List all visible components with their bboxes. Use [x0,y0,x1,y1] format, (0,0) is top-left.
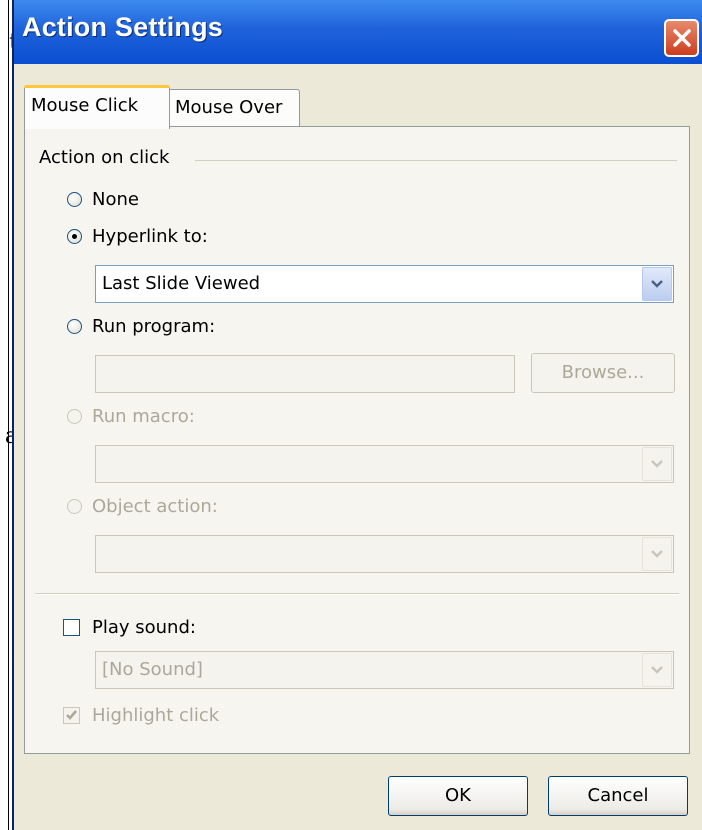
radio-hyperlink-label: Hyperlink to: [92,226,208,247]
radio-button-checked[interactable] [67,229,82,244]
chevron-down-icon [651,460,663,468]
action-settings-dialog: Action Settings Mouse Click Mouse Over A… [12,0,702,830]
radio-none[interactable]: None [67,189,139,210]
radio-object-action[interactable]: Object action: [67,496,218,517]
cancel-button[interactable]: Cancel [548,776,688,816]
group-label-action-on-click: Action on click [39,147,176,168]
tab-panel: Action on click None Hyperlink to: Last … [24,126,690,754]
dialog-title: Action Settings [22,12,224,42]
section-separator [35,593,679,595]
tab-mouse-click[interactable]: Mouse Click [24,85,170,129]
radio-run-macro[interactable]: Run macro: [67,406,195,427]
title-bar[interactable]: Action Settings [14,0,702,64]
highlight-click-label: Highlight click [92,705,220,726]
sound-dropdown[interactable]: [No Sound] [95,651,674,689]
object-action-dropdown[interactable] [95,535,674,573]
chevron-down-icon [651,550,663,558]
chevron-down-icon [651,666,663,674]
radio-run-program-label: Run program: [92,316,216,337]
radio-object-action-label: Object action: [92,496,218,517]
hyperlink-dropdown[interactable]: Last Slide Viewed [95,265,674,303]
radio-button-unchecked[interactable] [67,319,82,334]
radio-none-label: None [92,189,139,210]
chevron-down-icon [651,280,663,288]
hyperlink-dropdown-value: Last Slide Viewed [102,273,261,294]
run-macro-dropdown[interactable] [95,445,674,483]
browse-button[interactable]: Browse... [531,353,675,393]
radio-button-disabled[interactable] [67,409,82,424]
object-action-dropdown-button[interactable] [642,537,672,571]
background-edge-line [8,0,9,830]
run-program-input[interactable] [95,355,515,393]
checkbox-unchecked[interactable] [63,619,80,636]
checkbox-play-sound[interactable]: Play sound: [63,617,196,638]
sound-dropdown-value: [No Sound] [102,659,203,680]
radio-button-disabled[interactable] [67,499,82,514]
sound-dropdown-button[interactable] [642,653,672,687]
radio-button-unchecked[interactable] [67,192,82,207]
ok-button[interactable]: OK [388,776,528,816]
close-icon [672,29,691,47]
checkbox-highlight-click[interactable]: Highlight click [63,705,219,726]
checkmark-icon [66,710,77,720]
checkbox-checked-disabled[interactable] [63,707,80,724]
radio-hyperlink[interactable]: Hyperlink to: [67,226,208,247]
radio-run-program[interactable]: Run program: [67,316,215,337]
play-sound-label: Play sound: [92,617,196,638]
hyperlink-dropdown-button[interactable] [642,267,672,301]
tab-mouse-over[interactable]: Mouse Over [168,89,300,127]
close-button[interactable] [664,19,699,57]
radio-run-macro-label: Run macro: [92,406,195,427]
dialog-body: Mouse Click Mouse Over Action on click N… [14,64,702,830]
group-divider [195,160,677,161]
run-macro-dropdown-button[interactable] [642,447,672,481]
